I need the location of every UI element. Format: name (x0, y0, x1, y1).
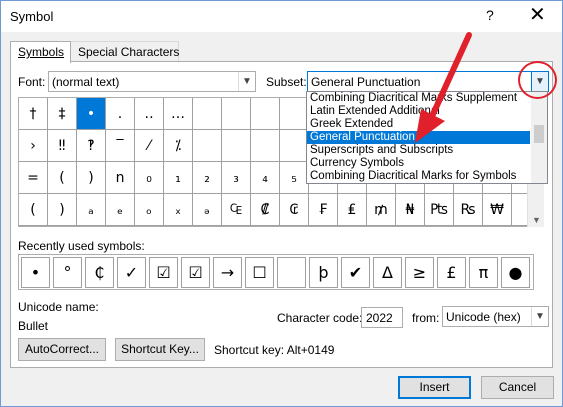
recent-symbol-cell[interactable]: π (469, 257, 498, 288)
help-icon[interactable]: ? (486, 7, 494, 23)
symbol-cell[interactable]: ₀ (135, 162, 164, 194)
symbol-cell[interactable]: n (106, 162, 135, 194)
shortcut-key-text: Shortcut key: Alt+0149 (214, 343, 335, 357)
symbol-cell[interactable]: ₃ (222, 162, 251, 194)
font-value: (normal text) (52, 75, 120, 89)
recent-symbol-cell[interactable]: ≥ (405, 257, 434, 288)
symbol-cell[interactable]: ₣ (309, 194, 338, 226)
symbol-cell[interactable]: ₔ (193, 194, 222, 226)
scroll-down-icon[interactable]: ▼ (532, 215, 541, 225)
subset-label: Subset: (266, 75, 307, 89)
symbol-cell[interactable]: ⁒ (164, 130, 193, 162)
symbol-cell[interactable]: † (19, 98, 48, 130)
close-icon[interactable]: ✕ (529, 2, 546, 27)
title-bar: Symbol ? ✕ (1, 1, 562, 32)
insert-button[interactable]: Insert (398, 376, 471, 399)
symbol-cell[interactable]: ₦ (396, 194, 425, 226)
symbol-cell[interactable] (193, 98, 222, 130)
symbol-cell[interactable]: ₐ (77, 194, 106, 226)
from-select[interactable]: Unicode (hex) ▼ (442, 306, 549, 327)
recent-symbol-cell[interactable]: £ (437, 257, 466, 288)
symbol-cell[interactable]: ․ (106, 98, 135, 130)
symbol-cell[interactable]: ( (19, 194, 48, 226)
symbol-cell[interactable]: ( (48, 162, 77, 194)
recent-symbol-cell[interactable]: ● (501, 257, 530, 288)
symbol-cell[interactable]: ₥ (367, 194, 396, 226)
recent-symbols-row: • ° ₵ ✓ ☑ ☑ → ☐ þ ✔ Δ ≥ £ π ● (18, 254, 534, 290)
chevron-down-icon[interactable]: ▼ (531, 307, 548, 326)
red-arrow-annotation (415, 32, 472, 143)
symbol-cell[interactable]: ‥ (135, 98, 164, 130)
from-label: from: (412, 311, 440, 325)
symbol-cell[interactable]: ₓ (164, 194, 193, 226)
symbol-cell[interactable]: › (19, 130, 48, 162)
cancel-button[interactable]: Cancel (481, 376, 554, 399)
symbol-cell[interactable] (251, 98, 280, 130)
symbol-cell[interactable] (193, 130, 222, 162)
autocorrect-button[interactable]: AutoCorrect... (18, 338, 106, 361)
recent-symbol-cell[interactable]: Δ (373, 257, 402, 288)
symbol-cell[interactable]: ₒ (135, 194, 164, 226)
unicode-name-label: Unicode name: (18, 300, 99, 314)
shortcut-key-button[interactable]: Shortcut Key... (115, 338, 205, 361)
symbol-cell[interactable]: ₁ (164, 162, 193, 194)
symbol-cell[interactable]: ‼ (48, 130, 77, 162)
symbol-cell[interactable]: ) (48, 194, 77, 226)
symbol-cell[interactable]: • (77, 98, 106, 130)
recent-symbol-cell[interactable]: ☑ (149, 257, 178, 288)
symbol-cell[interactable]: = (19, 162, 48, 194)
red-circle-annotation (518, 61, 557, 99)
dropdown-scroll-thumb[interactable] (534, 125, 544, 143)
symbol-cell[interactable]: ₄ (251, 162, 280, 194)
symbol-cell[interactable] (222, 98, 251, 130)
symbol-cell[interactable]: ₑ (106, 194, 135, 226)
recent-symbol-cell[interactable]: ✔ (341, 257, 370, 288)
symbol-cell[interactable]: ⁄ (135, 130, 164, 162)
symbol-cell[interactable]: ) (77, 162, 106, 194)
subset-option[interactable]: Currency Symbols (307, 157, 530, 170)
unicode-name-value: Bullet (18, 319, 49, 333)
recent-symbol-cell[interactable] (277, 257, 306, 288)
from-value: Unicode (hex) (446, 310, 521, 324)
dropdown-scrollbar[interactable] (531, 92, 547, 183)
recent-symbol-cell[interactable]: ° (53, 257, 82, 288)
symbol-cell[interactable]: ₨ (454, 194, 483, 226)
recent-symbol-cell[interactable]: → (213, 257, 242, 288)
symbol-cell[interactable]: ₂ (193, 162, 222, 194)
symbol-cell[interactable]: … (164, 98, 193, 130)
symbol-cell[interactable]: ₧ (425, 194, 454, 226)
tab-special-characters[interactable]: Special Characters (70, 41, 179, 62)
tab-special-characters-label: Special Characters (78, 45, 180, 59)
symbol-dialog: Symbol ? ✕ Symbols Special Characters Fo… (0, 0, 563, 407)
symbol-cell[interactable] (280, 98, 309, 130)
character-code-label: Character code: (277, 311, 363, 325)
recent-symbol-cell[interactable]: ✓ (117, 257, 146, 288)
symbol-cell[interactable]: ₤ (338, 194, 367, 226)
recent-symbol-cell[interactable]: ₵ (85, 257, 114, 288)
symbol-cell[interactable]: ‾ (106, 130, 135, 162)
dialog-title: Symbol (10, 9, 54, 24)
symbol-cell[interactable]: ₡ (251, 194, 280, 226)
recent-symbol-cell[interactable]: þ (309, 257, 338, 288)
tab-symbols[interactable]: Symbols (10, 41, 71, 63)
recent-symbol-cell[interactable]: • (21, 257, 50, 288)
symbol-cell[interactable]: ₅ (280, 162, 309, 194)
tab-symbols-label: Symbols (18, 45, 65, 59)
symbol-cell[interactable]: ‽ (77, 130, 106, 162)
chevron-down-icon[interactable]: ▼ (238, 72, 255, 91)
symbol-cell[interactable] (222, 130, 251, 162)
font-select[interactable]: (normal text) ▼ (48, 71, 256, 92)
symbol-cell[interactable]: ₩ (483, 194, 512, 226)
recent-symbol-cell[interactable]: ☐ (245, 257, 274, 288)
font-label: Font: (18, 75, 46, 89)
symbol-cell[interactable] (280, 130, 309, 162)
symbol-cell[interactable]: ₢ (280, 194, 309, 226)
subset-option[interactable]: Combining Diacritical Marks for Symbols (307, 170, 530, 183)
symbol-cell[interactable]: ‡ (48, 98, 77, 130)
character-code-input[interactable]: 2022 (361, 307, 403, 328)
symbol-cell[interactable]: ₠ (222, 194, 251, 226)
symbol-cell[interactable] (251, 130, 280, 162)
recent-symbols-label: Recently used symbols: (18, 239, 145, 253)
recent-symbol-cell[interactable]: ☑ (181, 257, 210, 288)
